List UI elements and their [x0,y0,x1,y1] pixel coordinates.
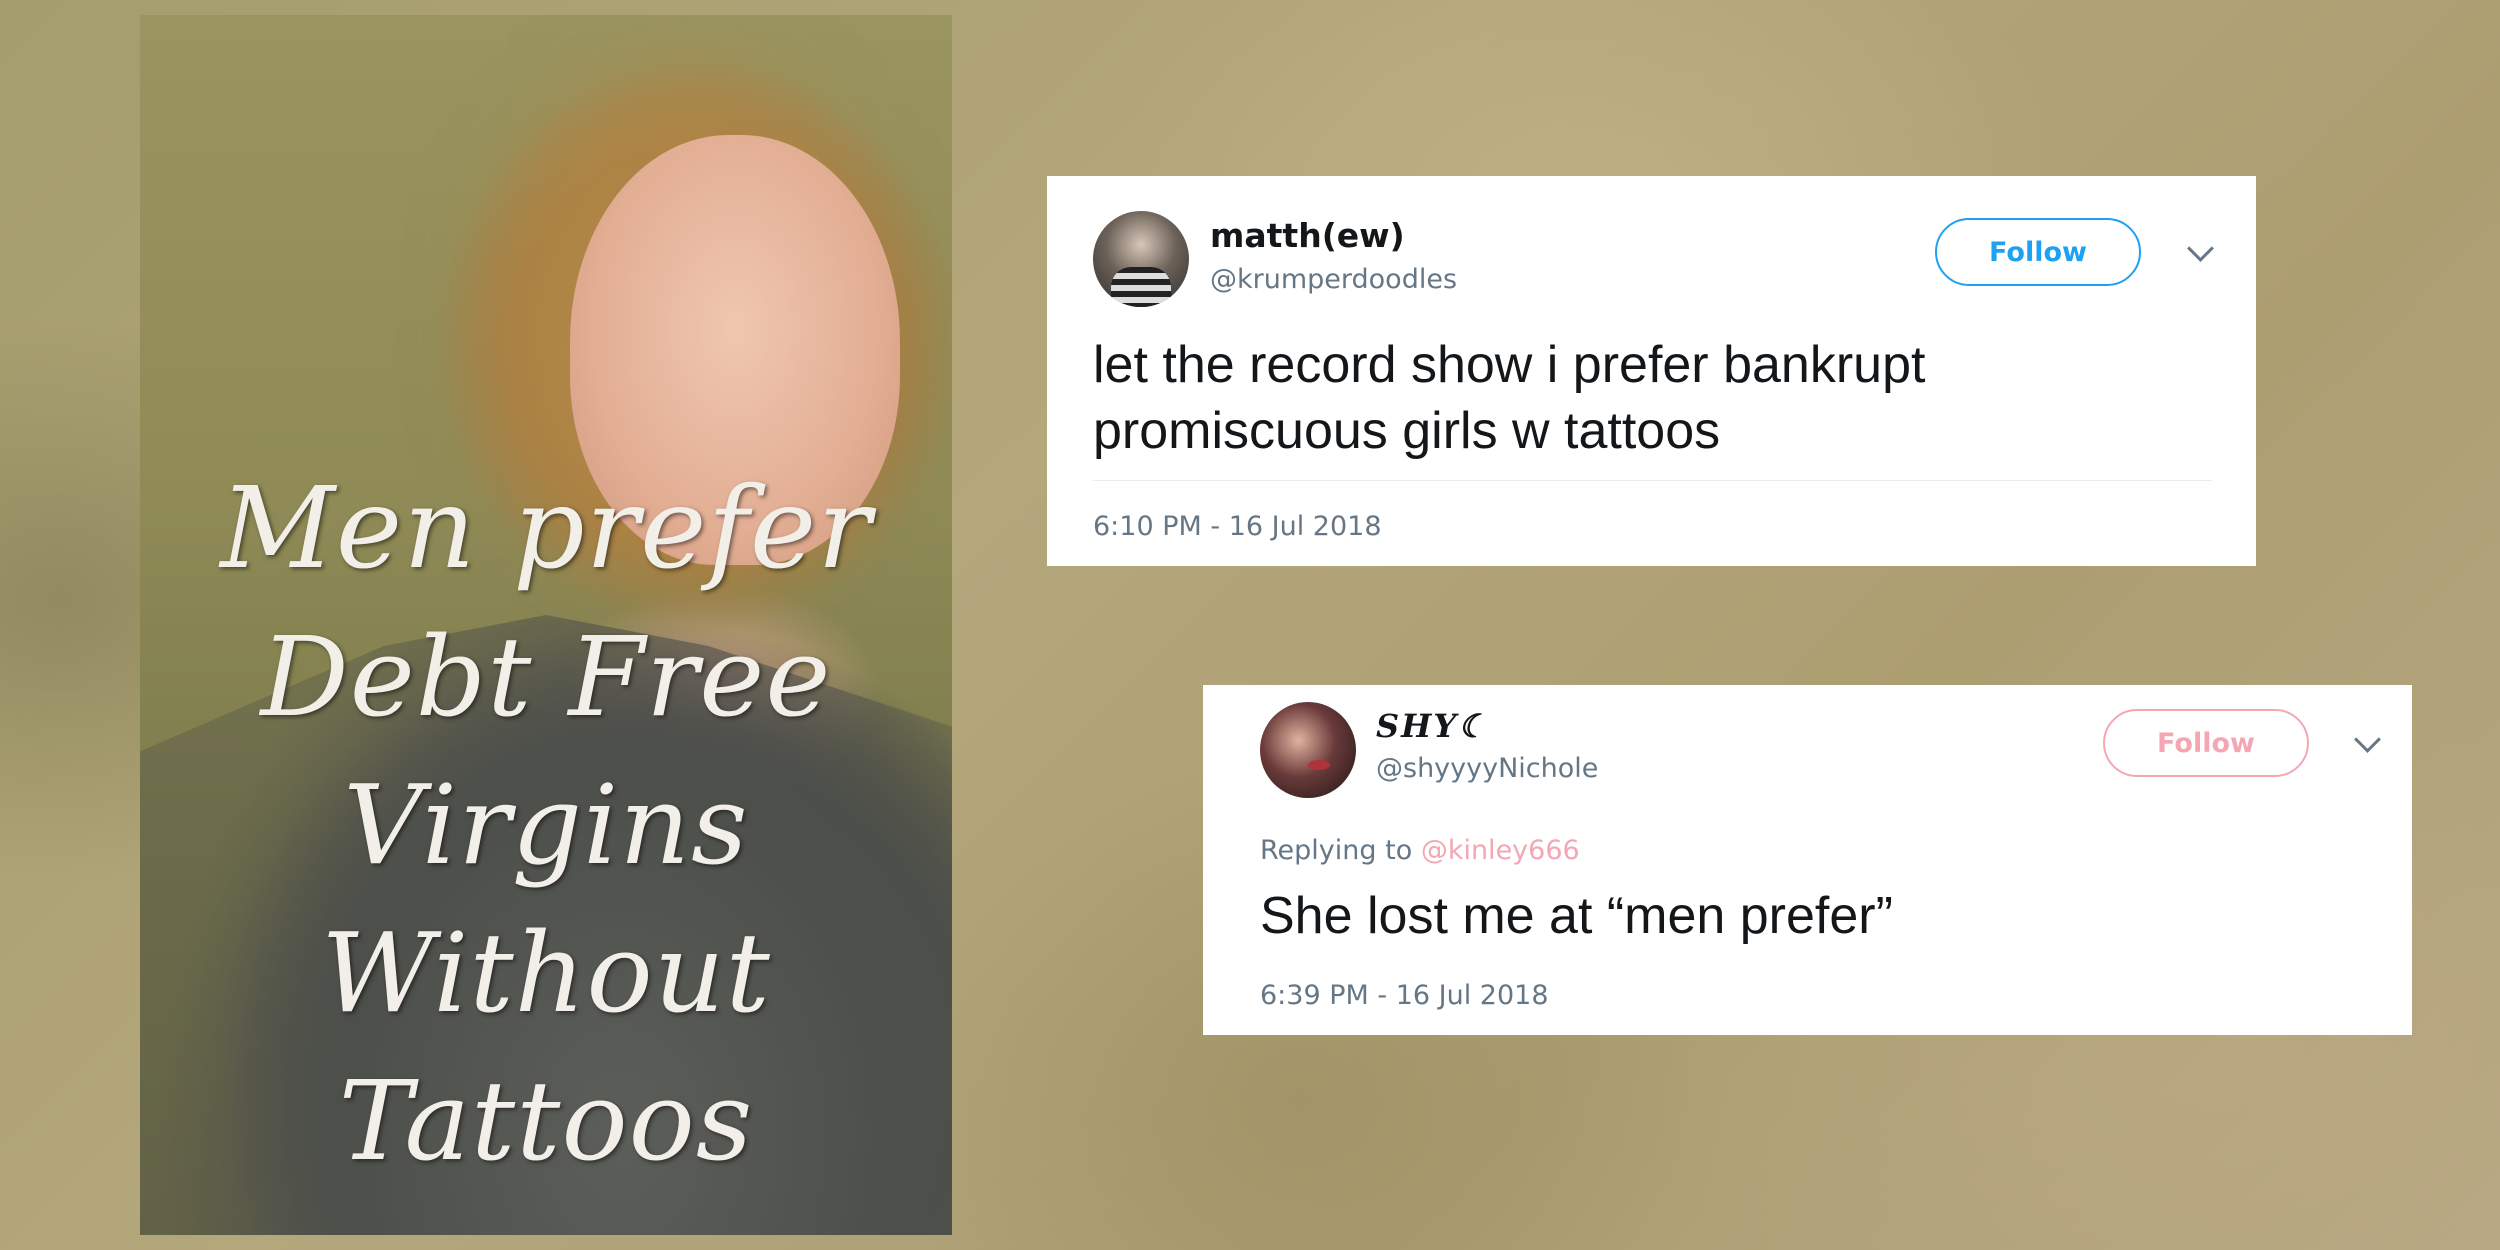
poster-caption-line: Without Tattoos [321,909,771,1185]
display-name[interactable]: matth(ew) [1210,216,1405,255]
follow-button[interactable]: Follow [2103,709,2309,777]
tweet-text: She lost me at “men prefer” [1260,887,1893,945]
chevron-down-icon[interactable] [2187,235,2214,262]
tweet-card: 𝑺𝑯𝒀☾ @shyyyyNichole Follow Replying to @… [1203,685,2412,1035]
poster-caption: Men prefer Debt Free Virgins Without Tat… [140,455,952,1195]
mention-link[interactable]: @kinley666 [1421,835,1580,866]
avatar[interactable] [1260,702,1356,798]
avatar[interactable] [1093,211,1189,307]
poster-caption-line: Debt Free Virgins [260,613,832,889]
chevron-down-icon[interactable] [2354,726,2381,753]
avatar-detail [1308,760,1330,770]
tweet-timestamp[interactable]: 6:39 PM - 16 Jul 2018 [1260,980,1549,1011]
tweet-text: let the record show i prefer bankrupt pr… [1093,336,1926,460]
user-handle[interactable]: @shyyyyNichole [1376,753,1598,784]
display-name[interactable]: 𝑺𝑯𝒀☾ [1376,707,1489,745]
poster-image: Men prefer Debt Free Virgins Without Tat… [140,15,952,1235]
poster-caption-line: Men prefer [220,464,872,594]
tweet-card: matth(ew) @krumperdoodles Follow let the… [1047,176,2256,566]
avatar-shirt [1111,267,1171,307]
replying-prefix: Replying to [1260,835,1413,866]
divider [1093,480,2212,481]
follow-button[interactable]: Follow [1935,218,2141,286]
replying-to: Replying to @kinley666 [1260,835,1580,866]
tweet-timestamp[interactable]: 6:10 PM - 16 Jul 2018 [1093,511,1382,542]
user-handle[interactable]: @krumperdoodles [1210,264,1457,295]
